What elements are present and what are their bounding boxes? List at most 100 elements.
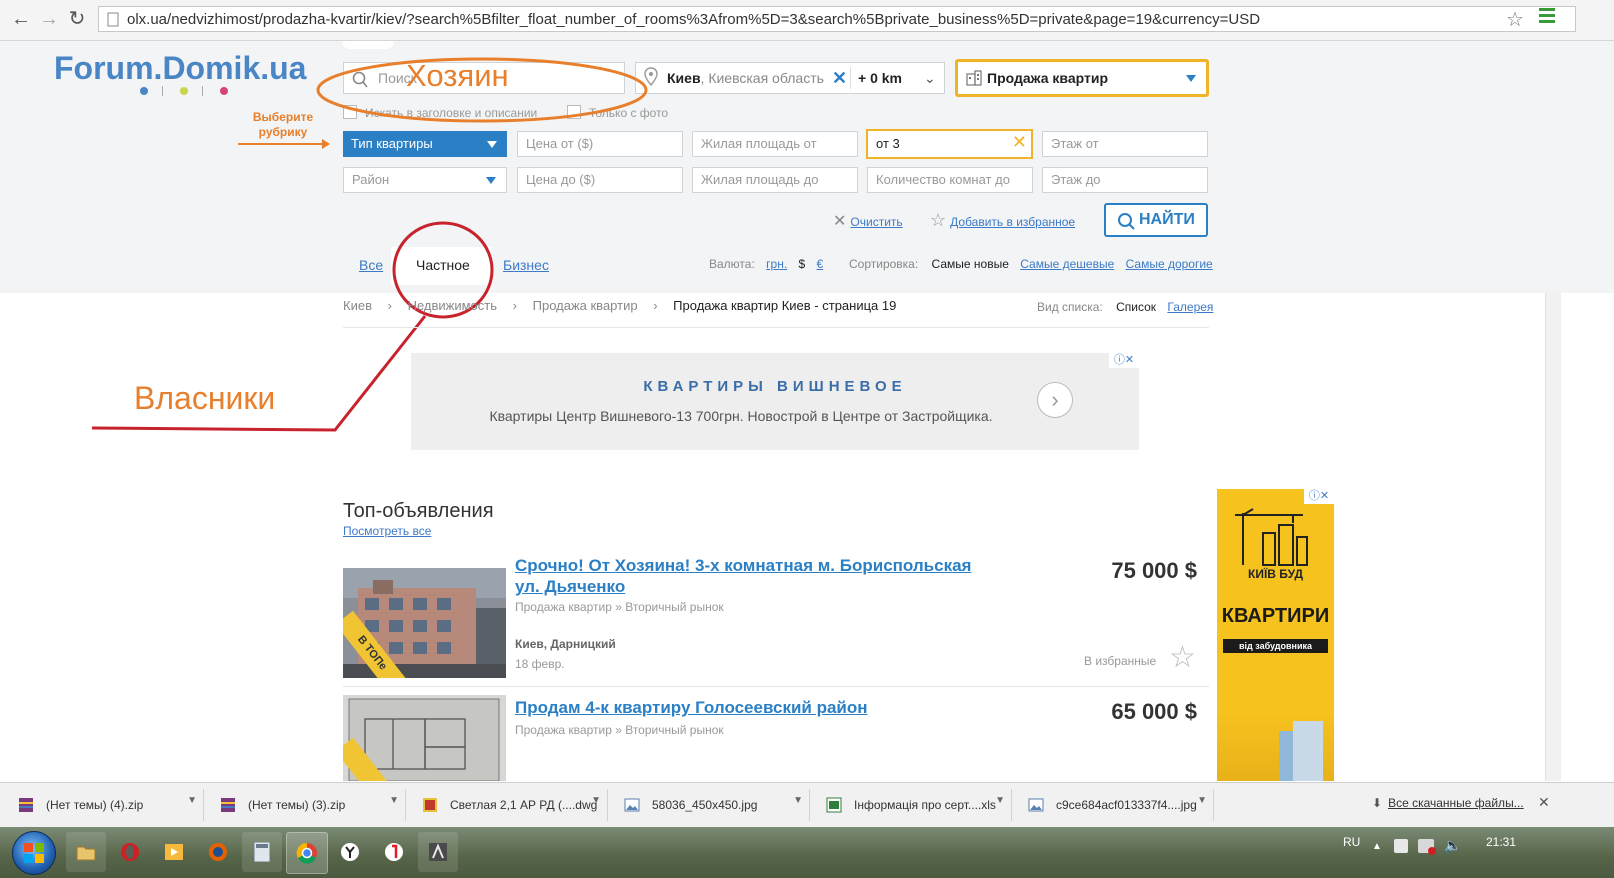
listing-title[interactable]: Продам 4-к квартиру Голосеевский район [515, 697, 985, 718]
taskbar-firefox[interactable] [198, 832, 238, 872]
listing-photo[interactable] [343, 695, 506, 781]
sort-cheapest[interactable]: Самые дешевые [1020, 257, 1114, 271]
ad-choices-icon[interactable]: ⓘ✕ [1304, 489, 1334, 504]
download-item[interactable]: c9ce684acf013337f4....jpg ▼ [1018, 789, 1214, 821]
add-favorite-label[interactable]: Добавить в избранное [950, 215, 1075, 229]
clear-location-icon[interactable]: ✕ [832, 63, 847, 93]
view-label: Вид списка: [1037, 300, 1103, 314]
breadcrumb-sale[interactable]: Продажа квартир [533, 298, 638, 313]
area-from-input[interactable]: Жилая площадь от [692, 131, 858, 157]
download-item[interactable]: (Нет темы) (3).zip ▼ [210, 789, 406, 821]
ad-banner[interactable]: КВАРТИРЫ ВИШНЕВОЕ Квартиры Центр Вишнево… [411, 353, 1139, 450]
view-list: Список [1116, 300, 1157, 314]
taskbar-explorer[interactable] [66, 832, 106, 872]
bookmark-star-icon[interactable]: ☆ [1506, 7, 1524, 32]
ad-arrow-right-icon[interactable]: › [1037, 382, 1073, 418]
taskbar-yandex[interactable] [374, 832, 414, 872]
download-filename[interactable]: (Нет темы) (3).zip [248, 798, 345, 812]
download-item[interactable]: Светлая 2,1 АР РД (....dwg ▼ [412, 789, 608, 821]
ad-title[interactable]: КВАРТИРЫ ВИШНЕВОЕ [411, 378, 1139, 395]
download-menu-chevron-icon[interactable]: ▼ [591, 795, 601, 806]
download-menu-chevron-icon[interactable]: ▼ [793, 795, 803, 806]
clear-filters-link[interactable]: ✕ Очистить [833, 211, 903, 231]
download-filename[interactable]: Інформація про серт....xls [854, 798, 996, 812]
all-downloads-link[interactable]: ⬇ Все скачанные файлы... [1372, 796, 1524, 810]
back-arrow-icon[interactable]: ← [10, 8, 32, 30]
price-to-input[interactable]: Цена до ($) [517, 167, 683, 193]
add-favorite-search-link[interactable]: ☆ Добавить в избранное [930, 210, 1075, 231]
radius-select[interactable]: + 0 km [858, 63, 902, 93]
download-menu-chevron-icon[interactable]: ▼ [995, 795, 1005, 806]
site-logo[interactable]: Forum.Domik.ua [54, 50, 306, 87]
all-downloads-label[interactable]: Все скачанные файлы... [1388, 796, 1524, 810]
close-downloads-icon[interactable]: ✕ [1538, 794, 1550, 811]
floor-from-input[interactable]: Этаж от [1042, 131, 1208, 157]
taskbar-media[interactable] [154, 832, 194, 872]
sort-expensive[interactable]: Самые дорогие [1126, 257, 1213, 271]
taskbar-calculator[interactable] [242, 832, 282, 872]
currency-eur[interactable]: € [817, 257, 824, 271]
tray-volume-icon[interactable]: 🔈 [1444, 837, 1461, 854]
clear-label[interactable]: Очистить [850, 215, 902, 229]
download-filename[interactable]: Светлая 2,1 АР РД (....dwg [450, 798, 597, 812]
side-ad[interactable]: ⓘ✕ КИЇВ БУД КВАРТИРИ від забудовника [1217, 489, 1334, 781]
download-filename[interactable]: c9ce684acf013337f4....jpg [1056, 798, 1197, 812]
star-outline-icon: ☆ [930, 210, 947, 230]
radius-chevron-down-icon[interactable]: ⌄ [924, 63, 936, 93]
tray-flag-icon[interactable] [1418, 839, 1436, 855]
clear-rooms-icon[interactable]: ✕ [1012, 132, 1027, 153]
download-filename[interactable]: (Нет темы) (4).zip [46, 798, 143, 812]
download-item[interactable]: Інформація про серт....xls ▼ [816, 789, 1012, 821]
archive-icon [220, 797, 236, 813]
taskbar-yandex-browser[interactable] [330, 832, 370, 872]
currency-uah[interactable]: грн. [766, 257, 787, 271]
ad-text[interactable]: Квартиры Центр Вишневого-13 700грн. Ново… [471, 408, 1011, 424]
language-indicator[interactable]: RU [1343, 835, 1360, 849]
sort-label: Сортировка: [849, 257, 919, 271]
reload-icon[interactable]: ↻ [66, 8, 88, 30]
download-item[interactable]: (Нет темы) (4).zip ▼ [8, 789, 204, 821]
listing-title[interactable]: Срочно! От Хозяина! 3-х комнатная м. Бор… [515, 555, 985, 597]
breadcrumb-realty[interactable]: Недвижимость [408, 298, 497, 313]
location-field[interactable]: Киев, Киевская область ✕ + 0 km ⌄ [635, 62, 945, 94]
price-from-input[interactable]: Цена от ($) [517, 131, 683, 157]
rooms-to-input[interactable]: Количество комнат до [867, 167, 1033, 193]
taskbar-clock[interactable]: 21:31 [1486, 835, 1516, 849]
favorite-star-icon[interactable]: ☆ [1169, 643, 1196, 673]
download-arrow-icon: ⬇ [1372, 796, 1383, 810]
tray-device-icon[interactable] [1394, 839, 1408, 853]
download-menu-chevron-icon[interactable]: ▼ [389, 795, 399, 806]
download-item[interactable]: 58036_450x450.jpg ▼ [614, 789, 810, 821]
area-to-input[interactable]: Жилая площадь до [692, 167, 858, 193]
image-file-icon [1028, 797, 1044, 813]
download-menu-chevron-icon[interactable]: ▼ [187, 795, 197, 806]
tray-expand-icon[interactable]: ▲ [1372, 841, 1382, 852]
start-button[interactable] [12, 831, 56, 875]
listing-item[interactable]: В ТОПе Срочно! От Хозяина! 3-х комнатная… [343, 551, 1209, 687]
see-all-link[interactable]: Посмотреть все [343, 524, 431, 538]
add-to-favorites-label[interactable]: В избранные [1084, 654, 1156, 668]
listing-item[interactable]: Продам 4-к квартиру Голосеевский район П… [343, 691, 1209, 781]
annotation-owner-text: Хозяин [406, 58, 509, 93]
excel-file-icon [826, 797, 842, 813]
menu-icon[interactable] [1539, 8, 1555, 23]
listing-photo[interactable]: В ТОПе [343, 568, 506, 678]
district-select[interactable]: Район [343, 167, 507, 193]
download-menu-chevron-icon[interactable]: ▼ [1197, 795, 1207, 806]
apartment-type-select[interactable]: Тип квартиры [343, 131, 507, 157]
address-bar[interactable]: olx.ua/nedvizhimost/prodazha-kvartir/kie… [98, 6, 1576, 32]
taskbar-opera[interactable] [110, 832, 150, 872]
category-select[interactable]: Продажа квартир [955, 59, 1209, 97]
ad-choices-icon[interactable]: ⓘ✕ [1109, 353, 1139, 368]
rooms-from-input[interactable]: от 3 ✕ [866, 129, 1033, 159]
breadcrumb-kiev[interactable]: Киев [343, 298, 372, 313]
floor-to-input[interactable]: Этаж до [1042, 167, 1208, 193]
taskbar-chrome[interactable] [286, 832, 328, 874]
url-text[interactable]: olx.ua/nedvizhimost/prodazha-kvartir/kie… [127, 11, 1260, 28]
forward-arrow-icon[interactable]: → [38, 8, 60, 30]
find-button[interactable]: НАЙТИ [1104, 203, 1208, 237]
breadcrumb-current: Продажа квартир Киев - страница 19 [673, 298, 897, 313]
taskbar-autocad[interactable] [418, 832, 458, 872]
download-filename[interactable]: 58036_450x450.jpg [652, 798, 757, 812]
view-gallery[interactable]: Галерея [1167, 300, 1213, 314]
